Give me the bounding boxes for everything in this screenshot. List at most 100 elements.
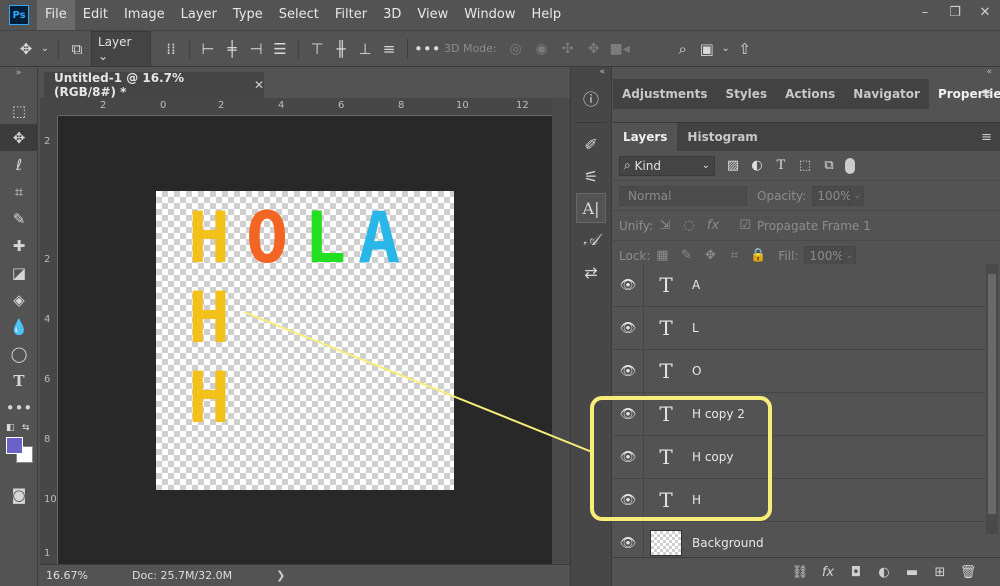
tab-histogram[interactable]: Histogram <box>677 123 767 151</box>
eye-icon[interactable]: 👁 <box>613 450 643 465</box>
menu-image[interactable]: Image <box>116 0 173 30</box>
quick-mask-icon[interactable]: ◙ <box>0 481 38 508</box>
layer-row[interactable]: 👁 T A <box>613 263 985 307</box>
type-tool-icon[interactable]: T <box>0 367 38 394</box>
eye-icon[interactable]: 👁 <box>613 278 643 293</box>
menu-type[interactable]: Type <box>225 0 271 30</box>
menu-help[interactable]: Help <box>524 0 570 30</box>
search-icon[interactable]: ⌕ <box>671 40 695 58</box>
unify-position-icon[interactable]: ⇲ <box>653 218 677 233</box>
foreground-color-swatch[interactable] <box>6 437 23 454</box>
eraser-tool-icon[interactable]: ◪ <box>0 259 38 286</box>
lock-position-icon[interactable]: ✥ <box>698 248 722 263</box>
bucket-tool-icon[interactable]: ◈ <box>0 286 38 313</box>
canvas-letter-h[interactable]: H <box>188 203 230 273</box>
opacity-field[interactable]: 100% <box>812 185 852 206</box>
layer-row[interactable]: 👁 T H copy <box>613 435 985 479</box>
eye-icon[interactable]: 👁 <box>613 536 643 551</box>
eye-icon[interactable]: 👁 <box>613 364 643 379</box>
menu-file[interactable]: File <box>37 0 75 30</box>
align-middle-icon[interactable]: ╫ <box>329 40 353 58</box>
brushes-icon[interactable]: ✐ <box>576 129 606 159</box>
more-options-icon[interactable]: ••• <box>414 40 441 58</box>
zoom-level[interactable]: 16.67% <box>40 569 110 582</box>
auto-select-icon[interactable]: ⧉ <box>65 40 89 58</box>
menu-edit[interactable]: Edit <box>75 0 116 30</box>
paragraph-icon[interactable]: 𝒜 <box>576 225 606 255</box>
layer-name[interactable]: H copy <box>692 450 734 464</box>
filter-toggle[interactable] <box>845 157 855 174</box>
transform-controls-icon[interactable]: ⁞⁞ <box>159 40 183 58</box>
status-menu-icon[interactable]: ❯ <box>276 569 285 582</box>
canvas-letter-o[interactable]: O <box>246 203 288 273</box>
panel-menu-icon[interactable]: ≡ <box>981 86 992 101</box>
filter-adjustment-icon[interactable]: ◐ <box>745 158 769 173</box>
filter-type-icon[interactable]: T <box>769 158 793 173</box>
link-layers-icon[interactable]: ⛓ <box>786 565 814 580</box>
canvas-letter-h-copy-2[interactable]: H <box>188 363 230 433</box>
lock-all-icon[interactable]: 🔒 <box>746 248 770 263</box>
mini-collapse-icon[interactable]: « <box>571 67 611 81</box>
canvas[interactable]: H O L A H H <box>156 191 454 490</box>
marquee-tool-icon[interactable]: ⬚ <box>0 97 38 124</box>
share-icon[interactable]: ⇧ <box>733 40 757 58</box>
tab-actions[interactable]: Actions <box>776 79 844 109</box>
new-layer-icon[interactable]: ⊞ <box>926 565 954 580</box>
layer-mask-icon[interactable]: ◘ <box>842 565 870 580</box>
ruler-origin[interactable] <box>40 98 58 116</box>
layer-name[interactable]: H copy 2 <box>692 407 745 421</box>
align-right-icon[interactable]: ⊣ <box>244 40 268 58</box>
lasso-tool-icon[interactable]: ℓ <box>0 151 38 178</box>
auto-select-dropdown[interactable]: Layer ⌄ <box>91 30 151 67</box>
align-left-icon[interactable]: ⊢ <box>196 40 220 58</box>
brush-settings-icon[interactable]: ⚟ <box>576 161 606 191</box>
swap-colors-icon[interactable]: ⇆ <box>22 423 30 433</box>
layer-style-icon[interactable]: fx <box>814 565 842 580</box>
crop-tool-icon[interactable]: ⌗ <box>0 178 38 205</box>
canvas-letter-l[interactable]: L <box>304 203 346 273</box>
document-workspace[interactable]: H O L A H H <box>58 116 552 564</box>
close-button[interactable]: ✕ <box>970 0 1000 30</box>
canvas-letter-h-copy[interactable]: H <box>188 283 230 353</box>
layers-scroll-thumb[interactable] <box>988 274 996 514</box>
layer-row[interactable]: 👁 T L <box>613 306 985 350</box>
horizontal-ruler[interactable]: 2 0 2 4 6 8 10 12 <box>58 98 570 116</box>
layer-row[interactable]: 👁 T H copy 2 <box>613 392 985 436</box>
unify-style-icon[interactable]: fx <box>701 218 725 233</box>
ellipse-tool-icon[interactable]: ◯ <box>0 340 38 367</box>
align-center-icon[interactable]: ╪ <box>220 40 244 58</box>
layer-name[interactable]: H <box>692 493 701 507</box>
distribute-vertical-icon[interactable]: ≡ <box>377 40 401 58</box>
glyphs-icon[interactable]: ⇄ <box>576 257 606 287</box>
more-tools-icon[interactable]: ••• <box>0 394 38 421</box>
canvas-letter-a[interactable]: A <box>358 203 400 273</box>
propagate-checkbox[interactable]: ☑ <box>733 218 757 233</box>
distribute-icon[interactable]: ☰ <box>268 40 292 58</box>
layer-name[interactable]: L <box>692 321 699 335</box>
eye-icon[interactable]: 👁 <box>613 493 643 508</box>
blur-tool-icon[interactable]: 💧 <box>0 313 38 340</box>
lock-artboard-icon[interactable]: ⌗ <box>722 248 746 263</box>
character-icon[interactable]: A| <box>576 193 606 223</box>
vertical-ruler[interactable]: 2 2 4 6 8 10 1 <box>40 116 58 564</box>
adjustment-layer-icon[interactable]: ◐ <box>870 565 898 580</box>
filter-shape-icon[interactable]: ⬚ <box>793 158 817 173</box>
minimize-button[interactable]: – <box>910 0 940 30</box>
brush-tool-icon[interactable]: ✎ <box>0 205 38 232</box>
unify-visibility-icon[interactable]: ◌ <box>677 218 701 233</box>
filter-pixel-icon[interactable]: ▨ <box>721 158 745 173</box>
delete-layer-icon[interactable]: 🗑 <box>954 565 982 580</box>
toolbar-collapse-icon[interactable]: » <box>0 67 37 97</box>
healing-tool-icon[interactable]: ✚ <box>0 232 38 259</box>
layer-name[interactable]: Background <box>692 536 764 550</box>
menu-select[interactable]: Select <box>271 0 327 30</box>
workspace-icon[interactable]: ▣ <box>695 40 719 58</box>
close-document-icon[interactable]: ✕ <box>254 78 264 92</box>
kind-filter-dropdown[interactable]: ⌕ Kind ⌄ <box>619 155 715 176</box>
panels-collapse-icon[interactable]: « <box>613 67 1000 79</box>
layer-row[interactable]: 👁 T O <box>613 349 985 393</box>
tab-styles[interactable]: Styles <box>716 79 776 109</box>
fill-chevron-icon[interactable]: ⌄ <box>842 245 857 266</box>
menu-filter[interactable]: Filter <box>327 0 375 30</box>
layers-menu-icon[interactable]: ≡ <box>981 130 992 145</box>
